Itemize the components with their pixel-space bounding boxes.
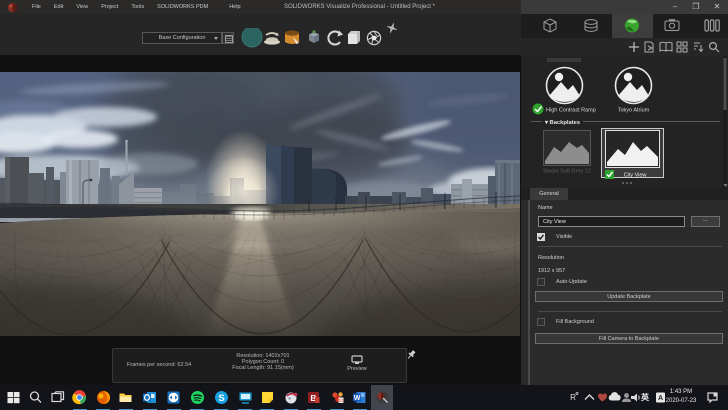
svg-text:▾ Backplates: ▾ Backplates	[544, 120, 580, 126]
svg-text:S: S	[218, 393, 224, 404]
svg-text:High Contrast Ramp: High Contrast Ramp	[546, 108, 596, 114]
svg-text:W: W	[354, 395, 361, 402]
svg-text:Studio Soft Grey 12: Studio Soft Grey 12	[543, 169, 591, 175]
svg-text:City View: City View	[624, 173, 647, 179]
svg-text:Tokyo Atrium: Tokyo Atrium	[618, 108, 650, 114]
svg-text:R: R	[570, 393, 576, 402]
svg-text:31: 31	[338, 398, 344, 403]
